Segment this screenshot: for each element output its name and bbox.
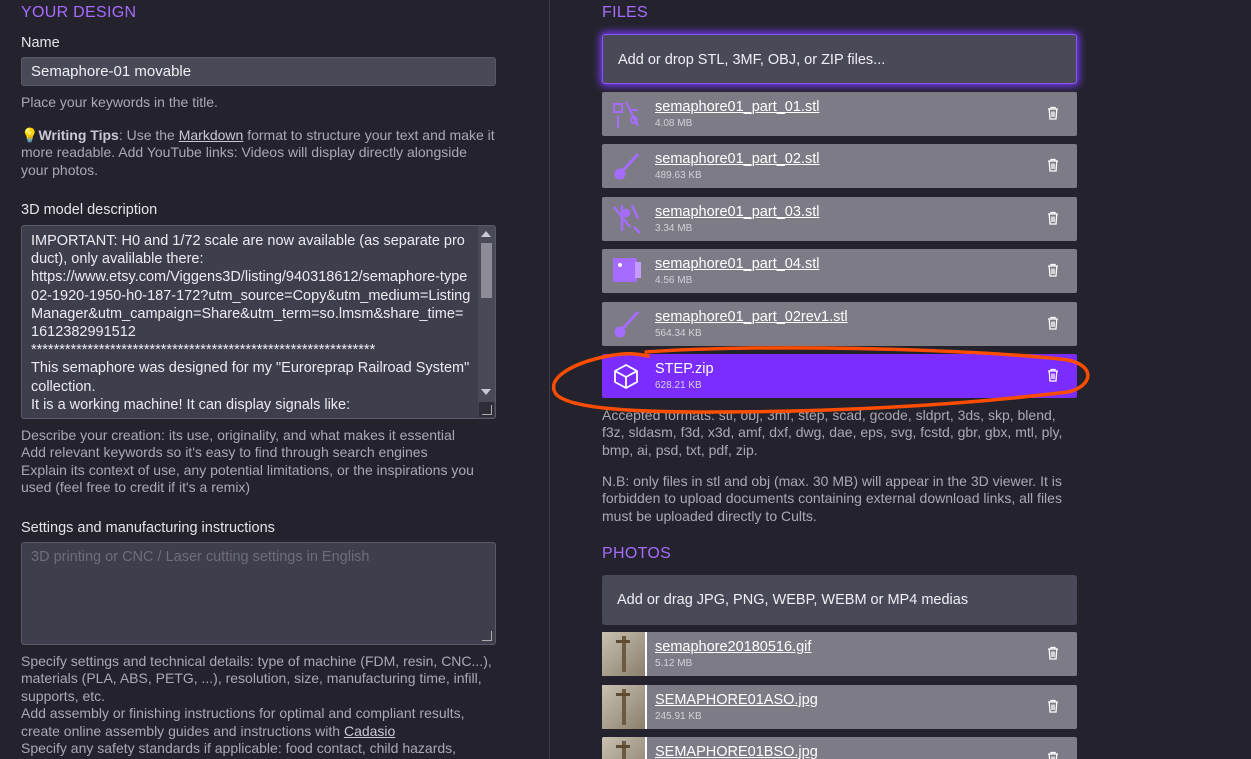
settings-help-1: Specify settings and technical details: … (21, 653, 492, 704)
photo-name[interactable]: SEMAPHORE01ASO.jpg (655, 692, 818, 708)
trash-icon[interactable] (1047, 211, 1059, 225)
trash-icon[interactable] (1047, 646, 1059, 660)
trash-icon[interactable] (1047, 106, 1059, 120)
scroll-thumb[interactable] (481, 243, 492, 298)
photo-row[interactable]: SEMAPHORE01BSO.jpg (602, 737, 1077, 759)
file-name[interactable]: semaphore01_part_01.stl (655, 99, 819, 115)
settings-help-2: Add assembly or finishing instructions f… (21, 705, 496, 740)
file-name[interactable]: semaphore01_part_02rev1.stl (655, 309, 848, 325)
trash-icon[interactable] (1047, 751, 1059, 759)
design-panel: YOUR DESIGN Name Semaphore-01 movable Pl… (0, 0, 549, 759)
file-size: 628.21 KB (655, 380, 702, 391)
your-design-title: YOUR DESIGN (21, 4, 137, 21)
file-name[interactable]: STEP.zip (655, 361, 714, 377)
files-title: FILES (602, 4, 648, 21)
viewer-note: N.B: only files in stl and obj (max. 30 … (602, 473, 1062, 524)
trash-icon[interactable] (1047, 158, 1059, 172)
name-help: Place your keywords in the title. (21, 94, 218, 110)
photos-dropzone[interactable]: Add or drag JPG, PNG, WEBP, WEBM or MP4 … (602, 575, 1077, 625)
cadasio-link[interactable]: Cadasio (344, 723, 395, 739)
resize-handle-icon[interactable] (479, 402, 494, 417)
description-text: IMPORTANT: H0 and 1/72 scale are now ava… (31, 233, 471, 413)
file-size: 3.34 MB (655, 223, 693, 234)
name-input[interactable]: Semaphore-01 movable (21, 57, 496, 86)
scroll-up-icon[interactable] (481, 231, 491, 237)
stl-part-icon (605, 252, 647, 290)
photo-row[interactable]: semaphore20180516.gif 5.12 MB (602, 632, 1077, 676)
scroll-down-icon[interactable] (481, 389, 491, 395)
description-label: 3D model description (21, 202, 158, 218)
settings-help: Specify settings and technical details: … (21, 653, 496, 757)
photo-thumbnail (602, 685, 647, 729)
photo-name[interactable]: SEMAPHORE01BSO.jpg (655, 744, 818, 759)
photo-thumbnail (602, 737, 647, 759)
file-size: 564.34 KB (655, 328, 702, 339)
trash-icon[interactable] (1047, 368, 1059, 382)
writing-tips-bold: Writing Tips (38, 127, 119, 143)
markdown-link[interactable]: Markdown (179, 127, 244, 143)
files-dropzone[interactable]: Add or drop STL, 3MF, OBJ, or ZIP files.… (602, 34, 1077, 84)
description-textarea[interactable]: IMPORTANT: H0 and 1/72 scale are now ava… (21, 225, 496, 419)
file-size: 489.63 KB (655, 170, 702, 181)
file-size: 4.08 MB (655, 118, 693, 129)
trash-icon[interactable] (1047, 699, 1059, 713)
trash-icon[interactable] (1047, 316, 1059, 330)
lightbulb-icon: 💡 (21, 127, 39, 143)
accepted-formats: Accepted formats: stl, obj, 3mf, step, s… (602, 407, 1063, 458)
settings-placeholder: 3D printing or CNC / Laser cutting setti… (31, 549, 370, 565)
file-size: 4.56 MB (655, 275, 693, 286)
stl-part-icon (605, 95, 647, 133)
description-scrollbar[interactable] (478, 226, 495, 404)
box-icon (605, 357, 647, 395)
photos-title: PHOTOS (602, 545, 672, 562)
resize-handle-icon[interactable] (479, 628, 494, 643)
trash-icon[interactable] (1047, 263, 1059, 277)
file-row[interactable]: semaphore01_part_04.stl 4.56 MB (602, 249, 1077, 293)
photo-size: 245.91 KB (655, 711, 702, 722)
photo-row[interactable]: SEMAPHORE01ASO.jpg 245.91 KB (602, 685, 1077, 729)
settings-textarea[interactable]: 3D printing or CNC / Laser cutting setti… (21, 542, 496, 645)
file-name[interactable]: semaphore01_part_04.stl (655, 256, 819, 272)
file-name[interactable]: semaphore01_part_02.stl (655, 151, 819, 167)
file-row-active[interactable]: STEP.zip 628.21 KB (602, 354, 1077, 398)
file-name[interactable]: semaphore01_part_03.stl (655, 204, 819, 220)
settings-help-2-text: Add assembly or finishing instructions f… (21, 705, 465, 739)
writing-tips-pre: : Use the (118, 127, 179, 143)
photo-name[interactable]: semaphore20180516.gif (655, 639, 811, 655)
settings-help-3: Specify any safety standards if applicab… (21, 740, 457, 757)
name-label: Name (21, 35, 60, 51)
file-row[interactable]: semaphore01_part_03.stl 3.34 MB (602, 197, 1077, 241)
photo-thumbnail (602, 632, 647, 676)
photo-size: 5.12 MB (655, 658, 693, 669)
stl-part-icon (605, 305, 647, 343)
description-help: Describe your creation: its use, origina… (21, 427, 474, 496)
file-row[interactable]: semaphore01_part_01.stl 4.08 MB (602, 92, 1077, 136)
stl-part-icon (605, 200, 647, 238)
file-row[interactable]: semaphore01_part_02.stl 489.63 KB (602, 144, 1077, 188)
settings-label: Settings and manufacturing instructions (21, 520, 275, 536)
stl-part-icon (605, 147, 647, 185)
writing-tips: 💡Writing Tips: Use the Markdown format t… (21, 127, 496, 179)
file-row[interactable]: semaphore01_part_02rev1.stl 564.34 KB (602, 302, 1077, 346)
